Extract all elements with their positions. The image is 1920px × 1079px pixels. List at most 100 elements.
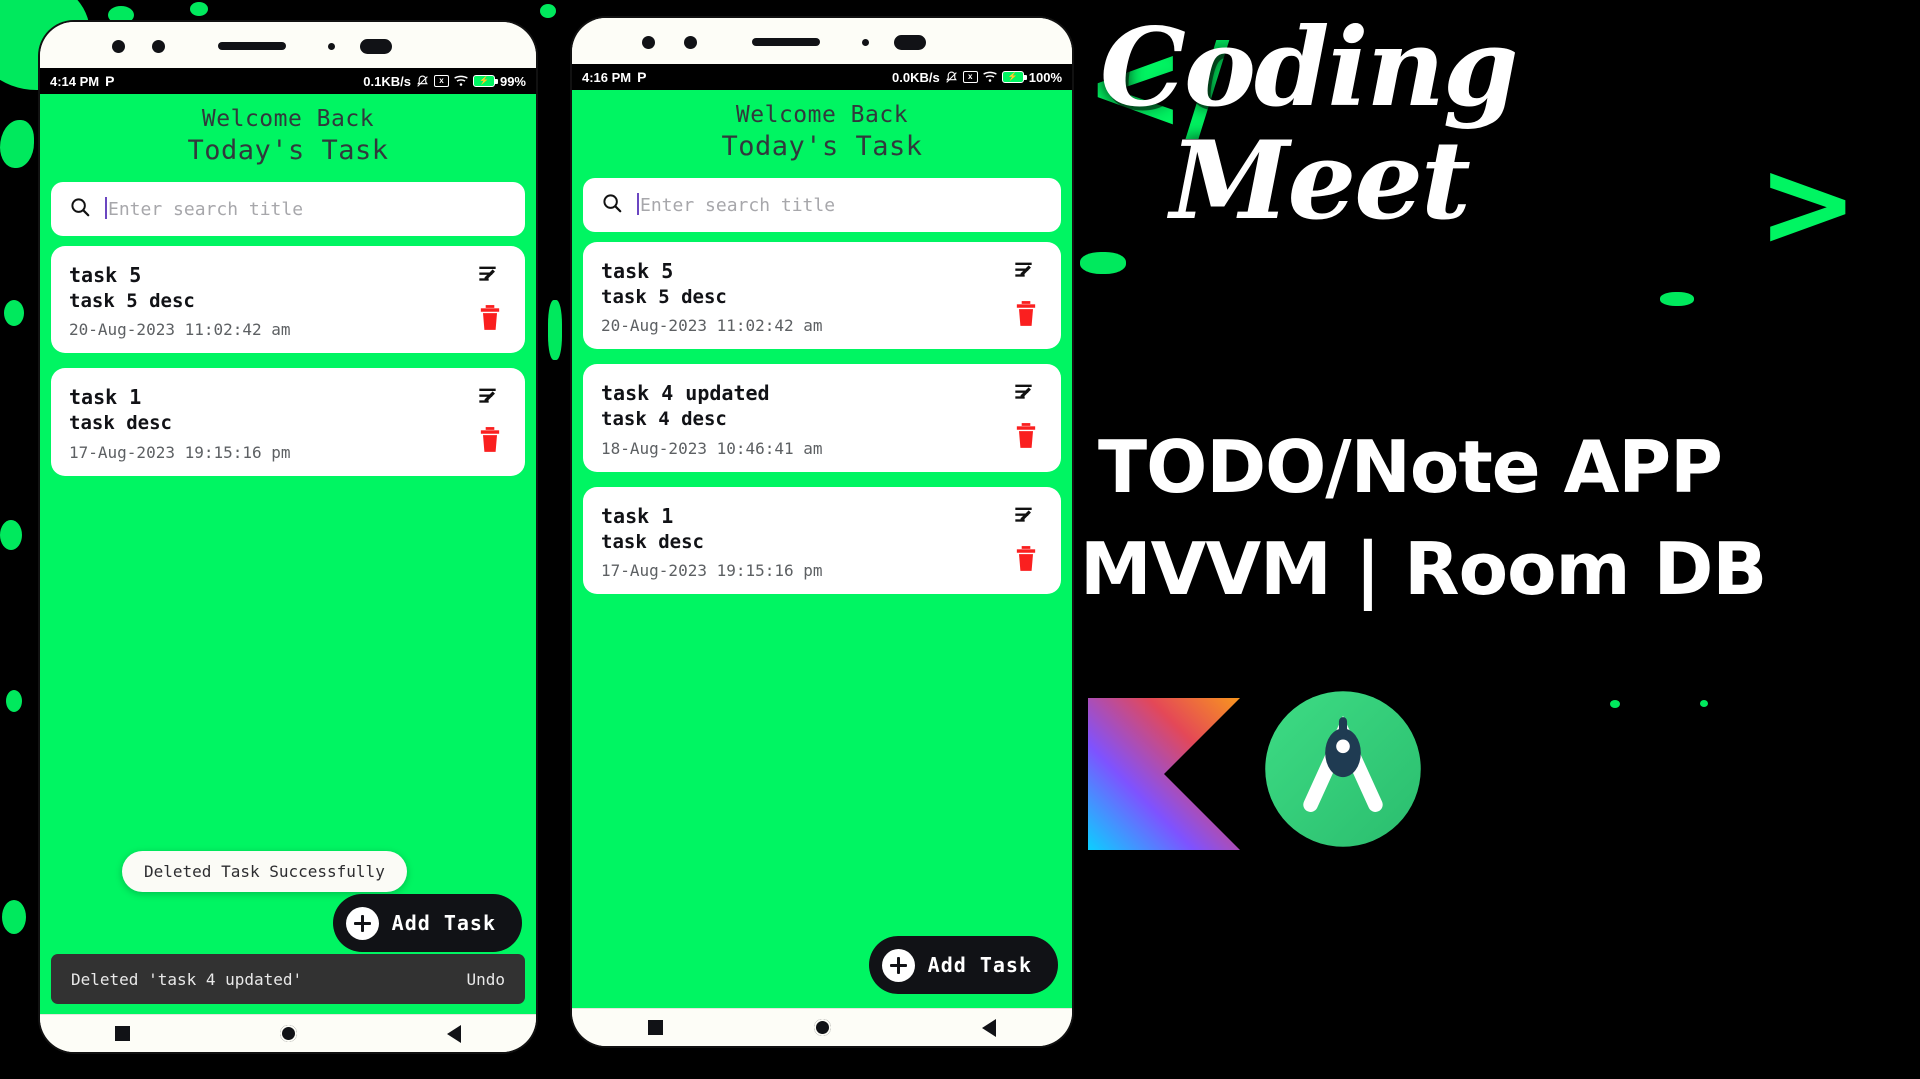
toast-message: Deleted Task Successfully — [122, 851, 407, 892]
app-header-left: Welcome Back Today's Task — [40, 94, 536, 177]
task-description: task desc — [69, 412, 172, 435]
battery-level: 100% — [1028, 69, 1062, 85]
task-description: task 5 desc — [601, 285, 727, 308]
branding-panel: </ Coding Meet > TODO/Note APP MVVM | Ro… — [1080, 0, 1920, 1079]
task-card[interactable]: task 4 updated task 4 desc 18-Aug-2023 1… — [583, 364, 1061, 472]
plus-circle-icon — [345, 906, 379, 940]
battery-charging-icon: ⚡ — [472, 75, 498, 87]
search-input[interactable]: Enter search title — [105, 197, 303, 220]
task-card[interactable]: task 1 task desc 17-Aug-2023 19:15:16 pm — [583, 486, 1061, 595]
task-date: 18-Aug-2023 10:46:41 am — [601, 438, 823, 458]
task-actions — [477, 262, 505, 332]
search-bar[interactable]: Enter search title — [583, 177, 1061, 232]
square-icon[interactable] — [647, 1020, 663, 1035]
sensor-dot-icon — [862, 39, 869, 46]
camera-dot-icon — [152, 40, 165, 53]
task-card[interactable]: task 1 task desc 17-Aug-2023 19:15:16 pm — [51, 368, 525, 476]
task-date: 17-Aug-2023 19:15:16 pm — [69, 442, 291, 462]
camera-dot-icon — [684, 36, 697, 49]
paint-splatter — [190, 2, 208, 16]
task-list-left: task 5 task 5 desc 20-Aug-2023 11:02:42 … — [40, 236, 536, 1015]
android-status-bar: 4:16 PM P 0.0KB/s x ⚡ 100% — [572, 64, 1072, 90]
battery-level: 99% — [499, 73, 526, 89]
sim-off-icon: x — [962, 71, 978, 83]
search-placeholder: Enter search title — [640, 195, 836, 216]
angle-bracket-close-icon: > — [1757, 135, 1858, 274]
android-nav-bar-left — [40, 1014, 536, 1052]
task-list-right: task 5 task 5 desc 20-Aug-2023 11:02:42 … — [572, 232, 1072, 1009]
task-description: task 4 desc — [601, 408, 727, 431]
logo-coding-text: Coding — [1100, 5, 1519, 131]
camera-dot-icon — [112, 40, 125, 53]
network-speed: 0.1KB/s — [363, 73, 411, 89]
edit-note-icon[interactable] — [1013, 258, 1041, 286]
sensor-pill-icon — [894, 35, 926, 50]
phone-left: 4:14 PM P 0.1KB/s x ⚡ 99% Welcome Back T… — [40, 22, 536, 1052]
app-badge-icon: P — [105, 73, 115, 89]
task-card[interactable]: task 5 task 5 desc 20-Aug-2023 11:02:42 … — [583, 241, 1061, 350]
circle-icon[interactable] — [813, 1019, 831, 1036]
app-header-right: Welcome Back Today's Task — [572, 90, 1072, 173]
page-title: Today's Task — [721, 130, 923, 162]
square-icon[interactable] — [115, 1026, 130, 1041]
screenshot-root: 4:14 PM P 0.1KB/s x ⚡ 99% Welcome Back T… — [0, 0, 1920, 1079]
bell-muted-icon — [416, 74, 429, 89]
edit-note-icon[interactable] — [1013, 503, 1041, 531]
search-input[interactable]: Enter search title — [637, 193, 835, 216]
paint-splatter — [548, 300, 562, 360]
snackbar-undo-button[interactable]: Undo — [466, 970, 505, 989]
paint-splatter — [2, 900, 26, 934]
status-time: 4:14 PM — [50, 73, 100, 89]
search-bar[interactable]: Enter search title — [51, 181, 525, 236]
wifi-icon — [982, 70, 997, 85]
task-actions — [1013, 258, 1041, 328]
app-screen-left: 4:14 PM P 0.1KB/s x ⚡ 99% Welcome Back T… — [40, 68, 536, 1014]
status-time: 4:16 PM — [582, 69, 632, 85]
paint-splatter — [540, 4, 556, 18]
add-task-label: Add Task — [391, 911, 496, 935]
earpiece-speaker — [218, 42, 286, 50]
snackbar[interactable]: Deleted 'task 4 updated' Undo — [51, 954, 525, 1004]
add-task-fab[interactable]: Add Task — [332, 894, 522, 952]
search-placeholder: Enter search title — [108, 199, 304, 220]
task-date: 17-Aug-2023 19:15:16 pm — [601, 561, 823, 581]
triangle-back-icon[interactable] — [982, 1018, 997, 1037]
paint-splatter — [0, 520, 22, 550]
add-task-fab[interactable]: Add Task — [868, 936, 1058, 994]
phone-right: 4:16 PM P 0.0KB/s x ⚡ 100% Welcome Back … — [572, 18, 1072, 1046]
logo-meet-text: Meet — [1170, 118, 1471, 244]
task-description: task desc — [601, 530, 704, 553]
app-badge-icon: P — [637, 69, 647, 85]
task-title: task 1 — [69, 385, 142, 410]
phone-notch-bar — [40, 22, 536, 68]
sensor-pill-icon — [360, 39, 392, 54]
page-title: Today's Task — [187, 134, 389, 166]
camera-dot-icon — [642, 36, 655, 49]
android-nav-bar-right — [572, 1008, 1072, 1046]
task-actions — [1013, 503, 1041, 573]
edit-note-icon[interactable] — [477, 384, 505, 412]
triangle-back-icon[interactable] — [447, 1024, 461, 1043]
task-title: task 5 — [601, 258, 674, 283]
paint-splatter — [0, 120, 34, 168]
trash-icon[interactable] — [1013, 300, 1041, 328]
edit-note-icon[interactable] — [1013, 380, 1041, 408]
trash-icon[interactable] — [1013, 422, 1041, 450]
wifi-icon — [454, 74, 468, 89]
sensor-dot-icon — [328, 43, 335, 50]
trash-icon[interactable] — [1013, 545, 1041, 573]
headline-line-1: TODO/Note APP — [1098, 425, 1723, 509]
circle-icon[interactable] — [280, 1025, 297, 1042]
headline-line-2: MVVM | Room DB — [1080, 527, 1767, 611]
task-card[interactable]: task 5 task 5 desc 20-Aug-2023 11:02:42 … — [51, 245, 525, 354]
paint-splatter — [4, 300, 24, 326]
android-status-bar: 4:14 PM P 0.1KB/s x ⚡ 99% — [40, 68, 536, 94]
snackbar-text: Deleted 'task 4 updated' — [71, 969, 303, 989]
trash-icon[interactable] — [477, 304, 505, 332]
add-task-label: Add Task — [927, 953, 1032, 977]
kotlin-logo — [1088, 698, 1240, 850]
trash-icon[interactable] — [477, 426, 505, 454]
edit-note-icon[interactable] — [477, 262, 505, 290]
android-studio-logo — [1265, 691, 1421, 847]
app-screen-right: 4:16 PM P 0.0KB/s x ⚡ 100% Welcome Back … — [572, 64, 1072, 1008]
